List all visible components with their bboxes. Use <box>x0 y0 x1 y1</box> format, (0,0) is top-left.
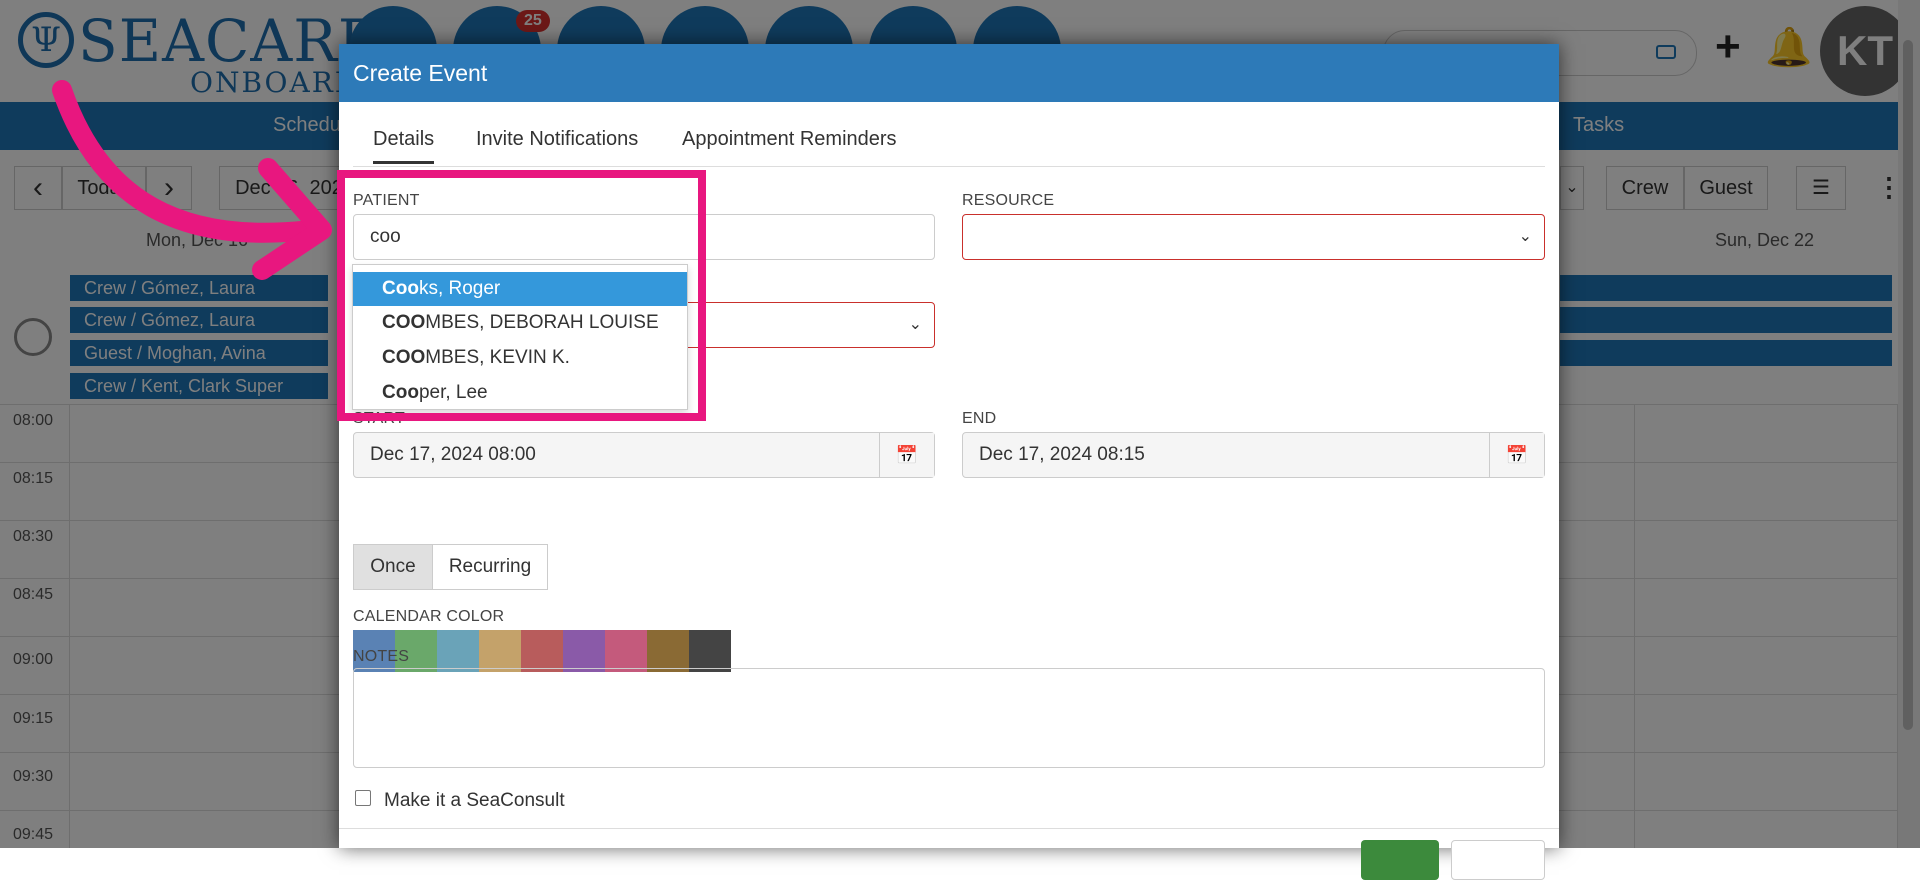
notes-label: NOTES <box>353 648 410 665</box>
color-swatch[interactable] <box>605 630 647 672</box>
calendar-icon[interactable]: 📅 <box>1489 433 1544 477</box>
tab-appointment-reminders[interactable]: Appointment Reminders <box>682 128 897 151</box>
chevron-down-icon: ⌄ <box>908 316 922 333</box>
save-button[interactable] <box>1361 840 1439 880</box>
resource-label: RESOURCE <box>962 192 1055 209</box>
highlight-box <box>337 170 706 421</box>
calendar-icon[interactable]: 📅 <box>879 433 934 477</box>
tabs-divider <box>353 166 1545 167</box>
calendar-color-label: CALENDAR COLOR <box>353 608 505 625</box>
end-datetime-value: Dec 17, 2024 08:15 <box>979 444 1145 465</box>
color-swatch[interactable] <box>563 630 605 672</box>
tab-invite-notifications[interactable]: Invite Notifications <box>476 128 638 151</box>
start-datetime-input[interactable]: Dec 17, 2024 08:00 📅 <box>353 432 935 478</box>
tab-details[interactable]: Details <box>373 128 435 164</box>
chevron-down-icon: ⌄ <box>1518 228 1532 245</box>
start-datetime-value: Dec 17, 2024 08:00 <box>370 444 536 465</box>
color-swatch[interactable] <box>689 630 731 672</box>
modal-footer-divider <box>339 828 1559 829</box>
color-swatch[interactable] <box>647 630 689 672</box>
end-label: END <box>962 410 997 427</box>
recurring-toggle-button[interactable]: Recurring <box>432 544 548 590</box>
modal-title: Create Event <box>353 60 488 86</box>
notes-textarea[interactable] <box>353 668 1545 768</box>
annotation-arrow-icon <box>52 80 332 280</box>
seaconsult-checkbox[interactable] <box>355 790 371 806</box>
create-event-modal: Create Event Details Invite Notification… <box>339 44 1559 880</box>
cancel-button[interactable] <box>1451 840 1545 880</box>
color-swatch[interactable] <box>479 630 521 672</box>
end-datetime-input[interactable]: Dec 17, 2024 08:15 📅 <box>962 432 1545 478</box>
color-swatch[interactable] <box>521 630 563 672</box>
once-toggle-button[interactable]: Once <box>353 544 433 590</box>
color-swatch[interactable] <box>437 630 479 672</box>
seaconsult-label: Make it a SeaConsult <box>384 790 565 811</box>
modal-header: Create Event <box>339 44 1559 102</box>
resource-select[interactable]: ⌄ <box>962 214 1545 260</box>
